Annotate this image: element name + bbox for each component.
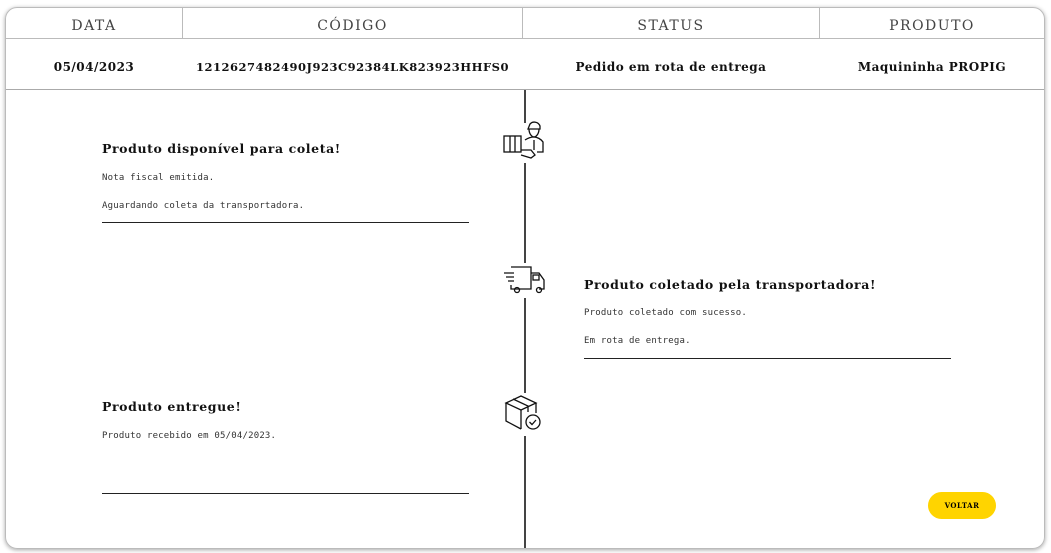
- order-product: Maquininha PROPIG: [857, 60, 1007, 74]
- divider: [584, 358, 951, 359]
- back-button[interactable]: VOLTAR: [928, 492, 996, 519]
- order-date: 05/04/2023: [53, 60, 135, 74]
- timeline-step-3: Produto entregue! Produto recebido em 05…: [102, 399, 469, 441]
- timeline-step-2: Produto coletado pela transportadora! Pr…: [584, 277, 951, 346]
- step-title: Produto coletado pela transportadora!: [584, 277, 877, 292]
- step-text: Em rota de entrega.: [584, 336, 691, 346]
- step-text: Aguardando coleta da transportadora.: [102, 201, 305, 211]
- order-tracking-card: DATA CÓDIGO STATUS PRODUTO 05/04/2023 12…: [5, 7, 1045, 549]
- step-text: Nota fiscal emitida.: [102, 173, 215, 183]
- header-data: DATA: [71, 18, 117, 34]
- header-produto: PRODUTO: [889, 18, 975, 34]
- table-row: 05/04/2023 1212627482490J923C92384LK8239…: [6, 38, 1044, 90]
- divider: [102, 222, 469, 223]
- step-text: Produto coletado com sucesso.: [584, 308, 747, 318]
- header-status: STATUS: [637, 18, 705, 34]
- timeline-line: [524, 163, 526, 263]
- header-codigo: CÓDIGO: [317, 18, 388, 34]
- order-code: 1212627482490J923C92384LK823923HHFS0: [196, 60, 509, 74]
- order-status: Pedido em rota de entrega: [575, 60, 767, 74]
- step-title: Produto disponível para coleta!: [102, 141, 341, 156]
- timeline-line: [524, 436, 526, 548]
- timeline-line: [524, 298, 526, 393]
- table-header: DATA CÓDIGO STATUS PRODUTO: [6, 8, 1044, 39]
- divider: [102, 493, 469, 494]
- box-check-icon: [504, 395, 541, 430]
- timeline-step-1: Produto disponível para coleta! Nota fis…: [102, 141, 469, 211]
- truck-icon: [504, 266, 545, 294]
- delivery-person-icon: [503, 121, 544, 159]
- step-title: Produto entregue!: [102, 399, 242, 414]
- step-text: Produto recebido em 05/04/2023.: [102, 431, 277, 441]
